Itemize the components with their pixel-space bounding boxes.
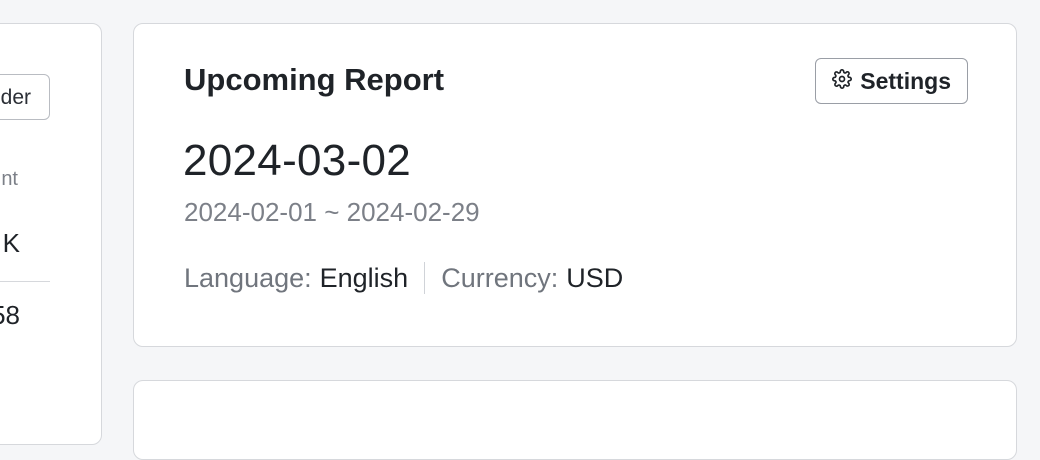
- report-title: Upcoming Report: [184, 62, 445, 97]
- gear-icon: [832, 68, 853, 95]
- side-card-button[interactable]: der: [0, 74, 50, 120]
- side-card-value-2: 58: [0, 300, 20, 330]
- upcoming-report-card: Upcoming Report Settings 2024-03-02 2024…: [133, 23, 1017, 347]
- currency-label: Currency:: [441, 262, 559, 293]
- settings-button-label: Settings: [860, 67, 951, 94]
- side-card-muted-label: nt: [1, 168, 18, 190]
- currency-info: Currency: USD: [441, 263, 623, 294]
- language-info: Language: English: [184, 263, 408, 294]
- language-label: Language:: [184, 262, 312, 293]
- meta-divider: [424, 262, 426, 294]
- next-card: [133, 380, 1017, 460]
- report-date-range: 2024-02-01 ~ 2024-02-29: [184, 197, 480, 227]
- report-date: 2024-03-02: [183, 136, 412, 185]
- report-meta: Language: English Currency: USD: [184, 262, 623, 294]
- language-value: English: [319, 262, 409, 293]
- settings-button[interactable]: Settings: [815, 58, 968, 104]
- currency-value: USD: [566, 262, 624, 293]
- side-card-divider: [0, 281, 50, 282]
- side-card-value: K: [2, 228, 20, 258]
